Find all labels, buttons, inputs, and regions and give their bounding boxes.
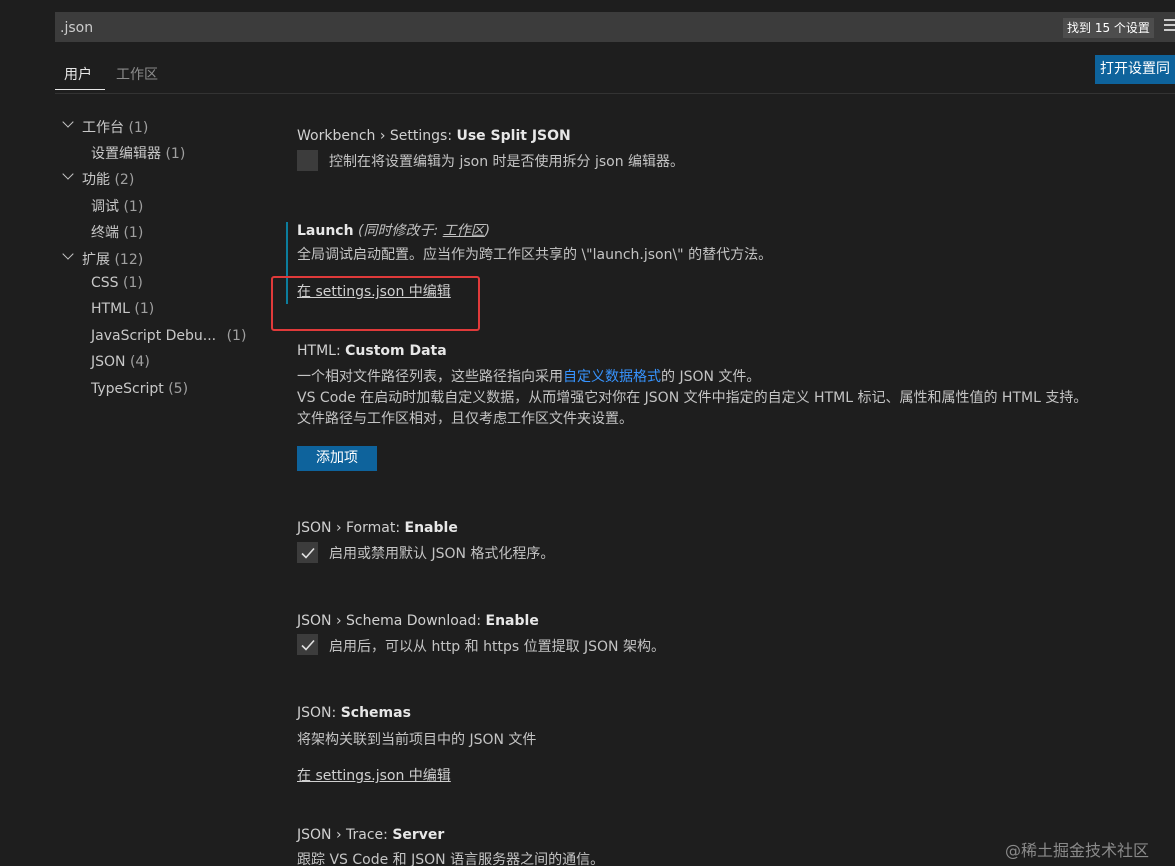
description-text: 一个相对文件路径列表，这些路径指向采用 — [297, 369, 563, 385]
toc-item-count: (5) — [168, 381, 189, 397]
toc-item-debug[interactable]: 调试 (1) — [91, 196, 143, 216]
setting-name: Schemas — [340, 705, 411, 721]
toc-item-label: CSS — [91, 275, 119, 291]
use-split-json-checkbox[interactable] — [297, 150, 318, 171]
toc-item-count: (1) — [123, 225, 144, 241]
custom-data-format-link[interactable]: 自定义数据格式 — [563, 369, 661, 385]
json-format-enable-checkbox[interactable] — [297, 542, 318, 563]
toc-item-features[interactable]: 功能 (2) — [82, 169, 134, 189]
setting-title-json-format-enable: JSON › Format: Enable — [297, 520, 458, 536]
toc-item-label: JavaScript Debu... — [91, 328, 217, 344]
modified-in-suffix: ) — [484, 223, 491, 239]
setting-title-json-schema-download-enable: JSON › Schema Download: Enable — [297, 613, 539, 629]
edit-in-settings-json-link[interactable]: 在 settings.json 中编辑 — [297, 765, 451, 785]
toc-item-count: (1) — [123, 199, 144, 215]
description-text: 的 JSON 文件。 — [661, 369, 761, 385]
toc-item-label: 终端 — [91, 225, 119, 241]
tab-workspace[interactable]: 工作区 — [116, 64, 158, 84]
tabs-divider — [55, 93, 1175, 94]
setting-name: Custom Data — [345, 343, 447, 359]
check-icon — [301, 547, 315, 559]
chevron-down-icon[interactable] — [62, 248, 74, 260]
toc-item-count: (1) — [123, 275, 143, 291]
toc-item-css[interactable]: CSS (1) — [91, 275, 143, 291]
watermark: @稀土掘金技术社区 — [1005, 841, 1150, 860]
setting-title-json-trace-server: JSON › Trace: Server — [297, 827, 444, 843]
toc-item-count: (1) — [134, 301, 155, 317]
toc-item-label: HTML — [91, 301, 130, 317]
setting-description: VS Code 在启动时加载自定义数据，从而增强它对你在 JSON 文件中指定的… — [297, 390, 1088, 406]
setting-category: JSON: — [297, 705, 341, 721]
toc-item-workbench[interactable]: 工作台 (1) — [82, 117, 148, 137]
setting-category: HTML: — [297, 343, 346, 359]
toc-item-count: (2) — [114, 172, 135, 188]
settings-editor: 找到 15 个设置 用户 工作区 打开设置同 工作台 (1) 设置编辑器 (1)… — [0, 0, 1175, 866]
search-bar: 找到 15 个设置 — [55, 12, 1175, 42]
setting-description: 全局调试启动配置。应当作为跨工作区共享的 \"launch.json\" 的替代… — [297, 247, 773, 263]
setting-name: Use Split JSON — [456, 128, 571, 144]
toc-item-label: 功能 — [82, 172, 110, 188]
toc-item-label: 设置编辑器 — [91, 146, 161, 162]
modified-in-workspace-link[interactable]: 工作区 — [443, 223, 485, 239]
toc-item-settings-editor[interactable]: 设置编辑器 (1) — [91, 143, 185, 163]
search-input[interactable] — [60, 17, 960, 39]
toc-item-label: TypeScript — [91, 381, 164, 397]
active-tab-indicator — [55, 89, 105, 90]
toc-item-terminal[interactable]: 终端 (1) — [91, 222, 143, 242]
setting-name: Launch — [297, 223, 354, 239]
tab-user[interactable]: 用户 — [64, 64, 92, 84]
setting-category: JSON › Trace: — [297, 827, 393, 843]
setting-category: JSON › Format: — [297, 520, 405, 536]
setting-description: 启用或禁用默认 JSON 格式化程序。 — [329, 546, 555, 562]
modified-in-label: (同时修改于: — [353, 223, 443, 239]
filter-icon[interactable] — [1164, 19, 1175, 33]
result-count-badge: 找到 15 个设置 — [1063, 18, 1154, 38]
setting-name: Server — [392, 827, 445, 843]
toc-item-count: (1) — [128, 120, 149, 136]
setting-description: 文件路径与工作区相对，且仅考虑工作区文件夹设置。 — [297, 411, 633, 427]
json-schema-download-checkbox[interactable] — [297, 634, 318, 655]
chevron-down-icon[interactable] — [62, 168, 74, 180]
setting-category: JSON › Schema Download: — [297, 613, 486, 629]
setting-description: 启用后，可以从 http 和 https 位置提取 JSON 架构。 — [329, 639, 665, 655]
toc-item-count: (1) — [226, 328, 247, 344]
setting-title-html-custom-data: HTML: Custom Data — [297, 343, 447, 359]
setting-description: 跟踪 VS Code 和 JSON 语言服务器之间的通信。 — [297, 852, 605, 866]
toc-item-html[interactable]: HTML (1) — [91, 301, 154, 317]
toc-item-typescript[interactable]: TypeScript (5) — [91, 381, 188, 397]
setting-title-use-split-json: Workbench › Settings: Use Split JSON — [297, 128, 571, 144]
check-icon — [301, 639, 315, 651]
toc-item-label: 工作台 — [82, 120, 124, 136]
toc-item-label: JSON — [91, 354, 126, 370]
chevron-down-icon[interactable] — [62, 116, 74, 128]
toc-item-extensions[interactable]: 扩展 (12) — [82, 249, 143, 269]
toc-item-json[interactable]: JSON (4) — [91, 354, 150, 370]
setting-name: Enable — [404, 520, 458, 536]
toc-item-label: 调试 — [91, 199, 119, 215]
setting-description: 将架构关联到当前项目中的 JSON 文件 — [297, 732, 537, 748]
add-item-button[interactable]: 添加项 — [297, 446, 377, 471]
toc-item-count: (1) — [165, 146, 186, 162]
setting-title-launch: Launch (同时修改于: 工作区) — [297, 220, 490, 240]
setting-category: Workbench › Settings: — [297, 128, 457, 144]
open-settings-json-button[interactable]: 打开设置同 — [1095, 55, 1175, 84]
toc-item-count: (12) — [114, 252, 144, 268]
toc-item-count: (4) — [129, 354, 150, 370]
setting-title-json-schemas: JSON: Schemas — [297, 705, 411, 721]
setting-name: Enable — [485, 613, 539, 629]
toc-item-javascript-debugger[interactable]: JavaScript Debu... (1) — [91, 328, 246, 344]
setting-description: 一个相对文件路径列表，这些路径指向采用自定义数据格式的 JSON 文件。 — [297, 366, 760, 386]
setting-description: 控制在将设置编辑为 json 时是否使用拆分 json 编辑器。 — [329, 154, 685, 170]
toc-item-label: 扩展 — [82, 252, 110, 268]
highlight-box — [271, 276, 480, 331]
